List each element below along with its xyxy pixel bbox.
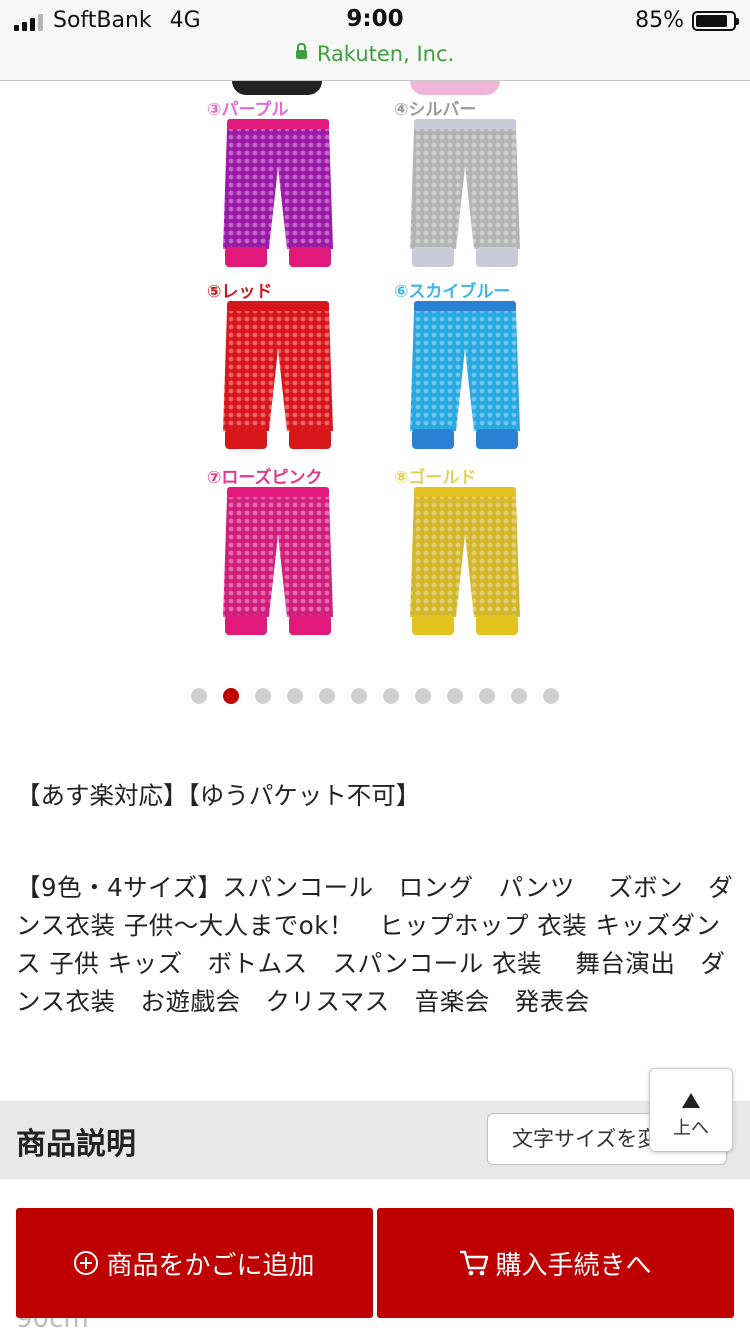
add-to-cart-button[interactable]: 商品をかごに追加 xyxy=(16,1208,373,1318)
cart-icon xyxy=(460,1250,489,1276)
carousel-dot[interactable] xyxy=(543,688,559,704)
carousel-dot[interactable] xyxy=(255,688,271,704)
product-title: 【9色・4サイズ】スパンコール ロング パンツ ズボン ダンス衣装 子供〜大人ま… xyxy=(16,873,734,1016)
carousel-dot[interactable] xyxy=(447,688,463,704)
checkout-label: 購入手続きへ xyxy=(495,1250,652,1281)
color-swatch: ⑧ゴールド xyxy=(394,463,594,648)
scroll-to-top-button[interactable]: 上へ xyxy=(649,1068,733,1152)
url-text: Rakuten, Inc. xyxy=(316,42,455,66)
carousel-dot[interactable] xyxy=(191,688,207,704)
carousel-dot[interactable] xyxy=(479,688,495,704)
carousel-dot[interactable] xyxy=(223,688,239,704)
carousel-dot[interactable] xyxy=(383,688,399,704)
sequin-pants-image xyxy=(410,119,520,267)
battery-info: 85% xyxy=(635,8,739,33)
add-to-cart-label: 商品をかごに追加 xyxy=(106,1250,315,1281)
section-title: 商品説明 xyxy=(16,1127,136,1162)
color-swatch: ⑦ローズピンク xyxy=(207,463,407,648)
color-swatch: ⑤レッド xyxy=(207,277,407,462)
battery-icon xyxy=(692,10,739,31)
carousel-dot[interactable] xyxy=(319,688,335,704)
color-swatch: ⑥スカイブルー xyxy=(394,277,594,462)
battery-percent: 85% xyxy=(635,8,684,33)
color-swatch: ③パープル xyxy=(207,95,407,280)
up-arrow-icon xyxy=(682,1093,700,1108)
purchase-action-bar: 商品をかごに追加 購入手続きへ xyxy=(16,1208,734,1318)
sequin-pants-image xyxy=(223,119,333,267)
color-swatch: ④シルバー xyxy=(394,95,594,280)
previous-item-fragment xyxy=(410,81,500,95)
product-image-carousel[interactable]: ③パープル ④シルバー ⑤レッド ⑥スカイブルー ⑦ローズピンク ⑧ゴールド xyxy=(0,81,750,671)
status-bar: SoftBank 4G 9:00 85% Rakuten, Inc. xyxy=(0,0,750,81)
url-bar[interactable]: Rakuten, Inc. xyxy=(0,42,750,66)
previous-item-fragment xyxy=(232,81,322,95)
checkout-button[interactable]: 購入手続きへ xyxy=(377,1208,734,1318)
sequin-pants-image xyxy=(410,487,520,635)
add-circle-icon xyxy=(74,1251,99,1275)
sequin-pants-image xyxy=(410,301,520,449)
carousel-dot[interactable] xyxy=(287,688,303,704)
carousel-dot[interactable] xyxy=(351,688,367,704)
carousel-dot[interactable] xyxy=(415,688,431,704)
sequin-pants-image xyxy=(223,487,333,635)
carousel-dot[interactable] xyxy=(511,688,527,704)
carousel-indicator[interactable] xyxy=(0,688,750,704)
sequin-pants-image xyxy=(223,301,333,449)
lock-icon xyxy=(295,42,307,59)
scroll-to-top-label: 上へ xyxy=(673,1118,709,1139)
shipping-tags: 【あす楽対応】【ゆうパケット不可】 xyxy=(16,781,421,810)
product-description-header: 商品説明 文字サイズを変更 xyxy=(0,1101,750,1179)
